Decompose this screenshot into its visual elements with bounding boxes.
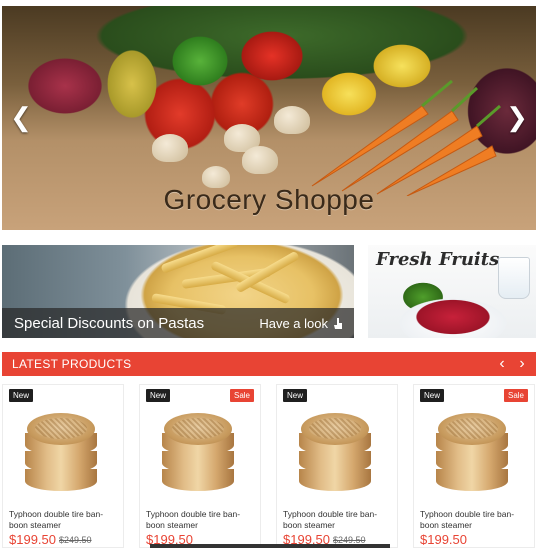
- have-a-look-label: Have a look: [259, 316, 328, 331]
- chevron-right-icon: ❯: [506, 102, 528, 132]
- product-name[interactable]: Typhoon double tire ban-boon steamer: [283, 509, 395, 531]
- new-badge: New: [420, 389, 445, 402]
- product-name[interactable]: Typhoon double tire ban-boon steamer: [146, 509, 258, 531]
- product-card[interactable]: New Typhoon double tire ban-boon steamer…: [276, 384, 398, 548]
- sale-badge: Sale: [503, 389, 528, 402]
- hero-title: Grocery Shoppe: [163, 184, 375, 215]
- mushroom-illustration: [274, 106, 310, 134]
- chevron-right-icon: ›: [519, 355, 525, 372]
- hero-prev-button[interactable]: ❮: [10, 102, 32, 132]
- new-badge: New: [9, 389, 34, 402]
- bamboo-steamer-image[interactable]: [299, 413, 371, 495]
- bamboo-steamer-image[interactable]: [436, 413, 508, 495]
- divider: [150, 544, 390, 548]
- hero-slider[interactable]: Grocery Shoppe ❮ ❯: [2, 6, 536, 230]
- hero-next-button[interactable]: ❯: [506, 102, 528, 132]
- chevron-left-icon: ❮: [10, 102, 32, 132]
- pasta-caption: Special Discounts on Pastas: [14, 315, 205, 332]
- latest-products-header: LATEST PRODUCTS ‹ ›: [2, 352, 536, 376]
- product-old-price: $249.50: [59, 535, 92, 545]
- fresh-fruits-title: Fresh Fruits: [376, 249, 500, 270]
- latest-next-button[interactable]: ›: [514, 354, 530, 374]
- mushroom-illustration: [152, 134, 188, 162]
- product-name[interactable]: Typhoon double tire ban-boon steamer: [9, 509, 121, 531]
- have-a-look-link[interactable]: Have a look: [259, 316, 344, 331]
- bamboo-steamer-image[interactable]: [162, 413, 234, 495]
- new-badge: New: [283, 389, 308, 402]
- pasta-promo-banner[interactable]: Special Discounts on Pastas Have a look: [2, 245, 354, 338]
- latest-prev-button[interactable]: ‹: [494, 354, 510, 374]
- product-price: $199.50: [9, 532, 56, 547]
- product-card[interactable]: New Typhoon double tire ban-boon steamer…: [2, 384, 124, 548]
- new-badge: New: [146, 389, 171, 402]
- glass-illustration: [498, 257, 530, 299]
- latest-products-title: LATEST PRODUCTS: [12, 357, 132, 371]
- chevron-left-icon: ‹: [499, 355, 505, 372]
- sale-badge: Sale: [229, 389, 254, 402]
- bamboo-steamer-image[interactable]: [25, 413, 97, 495]
- product-card[interactable]: New Sale Typhoon double tire ban-boon st…: [139, 384, 261, 548]
- product-list: New Typhoon double tire ban-boon steamer…: [2, 384, 536, 548]
- carrots-illustration: [311, 79, 501, 196]
- mushroom-illustration: [242, 146, 278, 174]
- product-name[interactable]: Typhoon double tire ban-boon steamer: [420, 509, 532, 531]
- fresh-fruits-banner[interactable]: Fresh Fruits: [368, 245, 536, 338]
- product-card[interactable]: New Sale Typhoon double tire ban-boon st…: [413, 384, 535, 548]
- product-price: $199.50: [420, 532, 467, 547]
- cursor-icon: [334, 318, 342, 329]
